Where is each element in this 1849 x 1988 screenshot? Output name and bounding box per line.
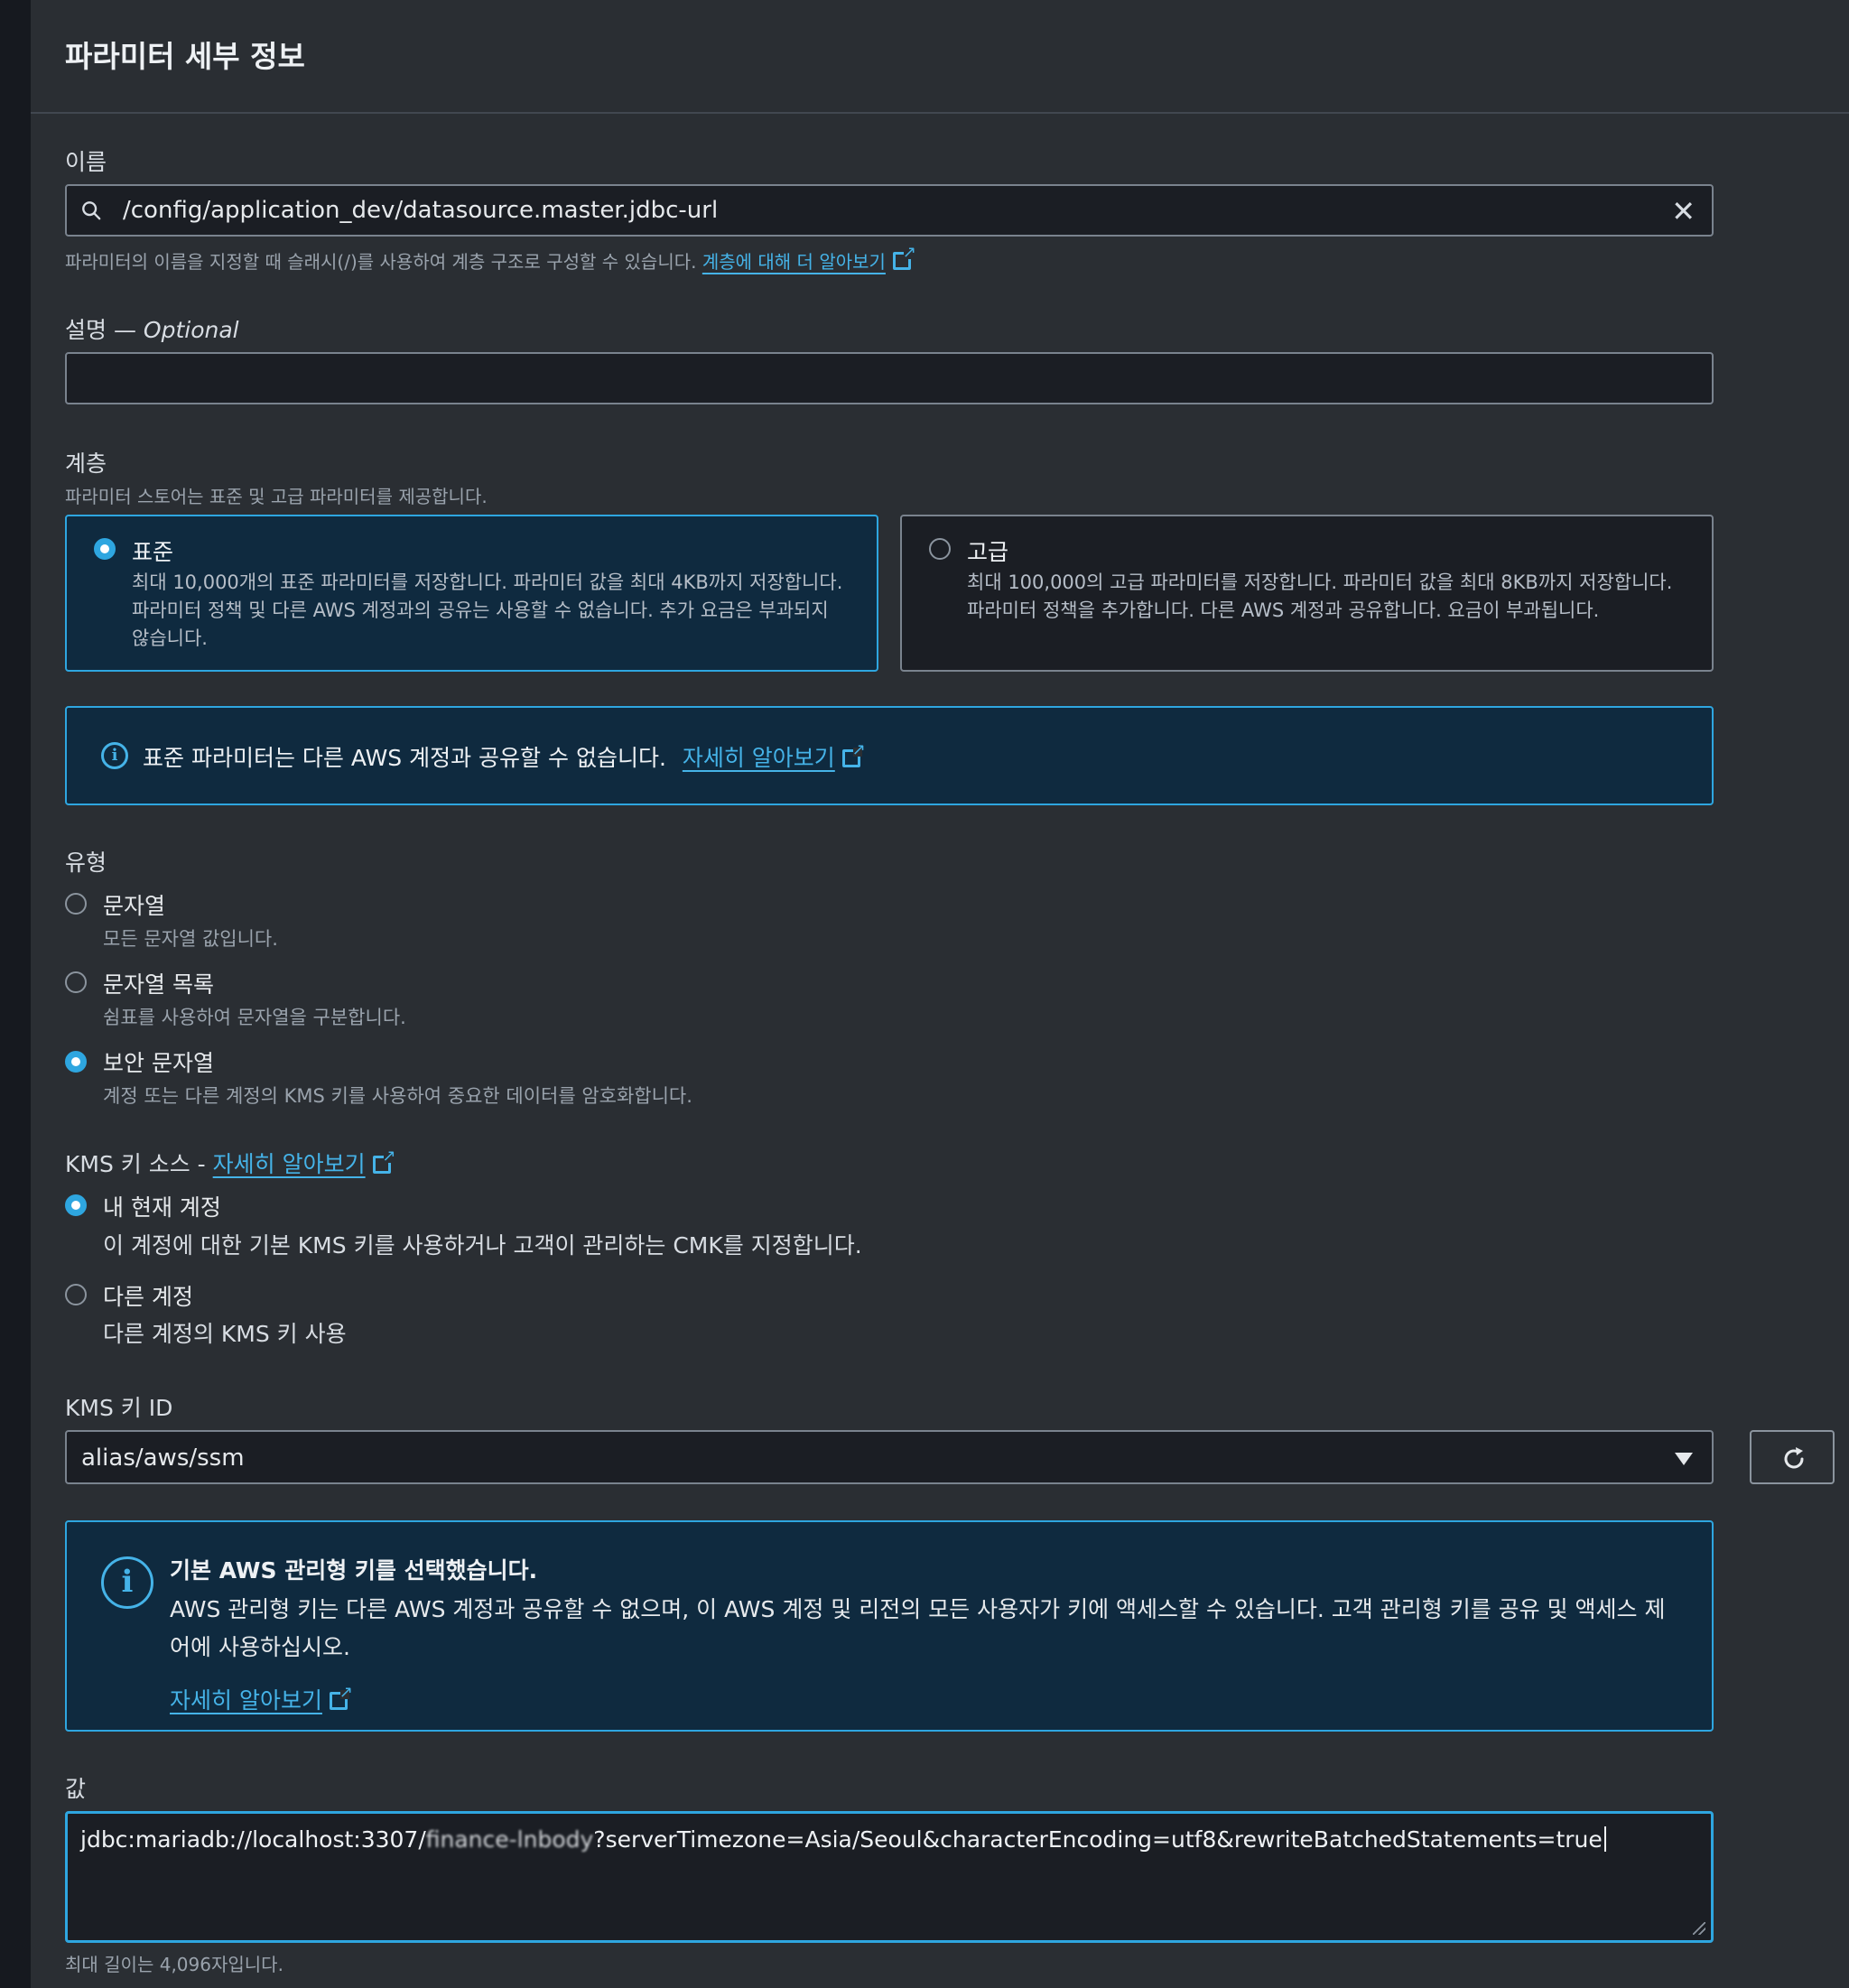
kms-current-account-desc: 이 계정에 대한 기본 KMS 키를 사용하거나 고객이 관리하는 CMK를 지… <box>103 1232 862 1259</box>
value-hint: 최대 길이는 4,096자입니다. <box>65 1954 283 1975</box>
text-caret <box>1603 1826 1606 1852</box>
tier-alert-learn-more-link[interactable]: 자세히 알아보기 <box>683 745 835 771</box>
kms-alert-title: 기본 AWS 관리형 키를 선택했습니다. <box>170 1557 538 1584</box>
type-securestring-title[interactable]: 보안 문자열 <box>103 1045 214 1078</box>
value-label: 값 <box>65 1776 87 1802</box>
parameter-details-panel: 파라미터 세부 정보 이름 /config/application_dev/da… <box>31 0 1849 1988</box>
type-label: 유형 <box>65 850 107 876</box>
type-string-radio[interactable] <box>65 893 87 915</box>
kms-other-account-desc: 다른 계정의 KMS 키 사용 <box>103 1321 347 1347</box>
info-icon: i <box>101 742 128 769</box>
kms-alert-learn-more-link[interactable]: 자세히 알아보기 <box>170 1687 322 1714</box>
type-securestring-radio[interactable] <box>65 1051 87 1073</box>
tier-advanced-desc: 최대 100,000의 고급 파라미터를 저장합니다. 파라미터 값을 최대 8… <box>967 571 1673 621</box>
kms-other-account-radio[interactable] <box>65 1284 87 1305</box>
type-stringlist-radio[interactable] <box>65 971 87 993</box>
resize-handle[interactable] <box>1693 1922 1705 1935</box>
type-string-title[interactable]: 문자열 <box>103 888 165 921</box>
value-textarea-text: jdbc:mariadb://localhost:3307/finance-ln… <box>80 1826 1606 1853</box>
tier-alert-content: 표준 파라미터는 다른 AWS 계정과 공유할 수 없습니다. 자세히 알아보기 <box>143 740 866 773</box>
tier-advanced-title: 고급 <box>967 539 1009 565</box>
tier-hint: 파라미터 스토어는 표준 및 고급 파라미터를 제공합니다. <box>65 486 488 507</box>
kms-current-account-title[interactable]: 내 현재 계정 <box>103 1190 221 1222</box>
left-nav-strip <box>0 0 31 1988</box>
kms-alert-body: AWS 관리형 키는 다른 AWS 계정과 공유할 수 없으며, 이 AWS 계… <box>170 1596 1666 1660</box>
name-hint: 파라미터의 이름을 지정할 때 슬래시(/)를 사용하여 계층 구조로 구성할 … <box>65 243 916 274</box>
redacted-segment: finance-lnbody <box>425 1826 594 1853</box>
dropdown-caret-icon <box>1675 1453 1693 1465</box>
tier-advanced-tile[interactable]: 고급 최대 100,000의 고급 파라미터를 저장합니다. 파라미터 값을 최… <box>900 515 1714 672</box>
search-icon <box>82 201 101 220</box>
tier-alert-text: 표준 파라미터는 다른 AWS 계정과 공유할 수 없습니다. <box>143 745 666 771</box>
info-icon: i <box>101 1556 153 1609</box>
description-input[interactable] <box>65 352 1714 404</box>
kms-alert-link-row: 자세히 알아보기 <box>170 1683 353 1715</box>
type-securestring-desc: 계정 또는 다른 계정의 KMS 키를 사용하여 중요한 데이터를 암호화합니다… <box>103 1085 692 1107</box>
kms-current-account-radio[interactable] <box>65 1194 87 1216</box>
name-label: 이름 <box>65 149 107 175</box>
tier-standard-tile[interactable]: 표준 최대 10,000개의 표준 파라미터를 저장합니다. 파라미터 값을 최… <box>65 515 878 672</box>
name-input-value: /config/application_dev/datasource.maste… <box>123 197 719 224</box>
close-icon[interactable]: ✕ <box>1671 197 1696 226</box>
kms-other-account-title[interactable]: 다른 계정 <box>103 1279 193 1312</box>
hierarchy-learn-more-link[interactable]: 계층에 대해 더 알아보기 <box>702 251 886 273</box>
external-link-icon <box>329 1683 353 1710</box>
name-input[interactable]: /config/application_dev/datasource.maste… <box>65 184 1714 237</box>
kms-key-id-value: alias/aws/ssm <box>81 1445 245 1472</box>
external-link-icon <box>841 740 866 767</box>
type-stringlist-title[interactable]: 문자열 목록 <box>103 967 214 999</box>
type-stringlist-desc: 쉼표를 사용하여 문자열을 구분합니다. <box>103 1007 406 1028</box>
kms-source-learn-more-link[interactable]: 자세히 알아보기 <box>213 1151 366 1177</box>
tier-standard-radio[interactable] <box>94 538 116 560</box>
type-string-desc: 모든 문자열 값입니다. <box>103 928 278 950</box>
kms-info-alert: i 기본 AWS 관리형 키를 선택했습니다. AWS 관리형 키는 다른 AW… <box>65 1520 1714 1732</box>
value-textarea[interactable]: jdbc:mariadb://localhost:3307/finance-ln… <box>65 1811 1714 1943</box>
tier-info-alert: i 표준 파라미터는 다른 AWS 계정과 공유할 수 없습니다. 자세히 알아… <box>65 706 1714 805</box>
kms-source-label: KMS 키 소스 - 자세히 알아보기 <box>65 1147 396 1179</box>
kms-key-id-select[interactable]: alias/aws/ssm <box>65 1430 1714 1484</box>
tier-standard-desc: 최대 10,000개의 표준 파라미터를 저장합니다. 파라미터 값을 최대 4… <box>132 571 843 649</box>
refresh-icon <box>1784 1447 1804 1469</box>
external-link-icon <box>892 243 916 270</box>
description-label: 설명 — Optional <box>65 317 239 343</box>
tier-label: 계층 <box>65 451 107 477</box>
external-link-icon <box>372 1147 396 1174</box>
refresh-button[interactable] <box>1750 1430 1835 1484</box>
panel-header: 파라미터 세부 정보 <box>31 0 1849 114</box>
kms-key-id-label: KMS 키 ID <box>65 1395 173 1421</box>
name-hint-text: 파라미터의 이름을 지정할 때 슬래시(/)를 사용하여 계층 구조로 구성할 … <box>65 251 697 273</box>
tier-advanced-radio[interactable] <box>929 538 951 560</box>
page-title: 파라미터 세부 정보 <box>65 39 305 74</box>
tier-standard-title: 표준 <box>132 539 174 565</box>
